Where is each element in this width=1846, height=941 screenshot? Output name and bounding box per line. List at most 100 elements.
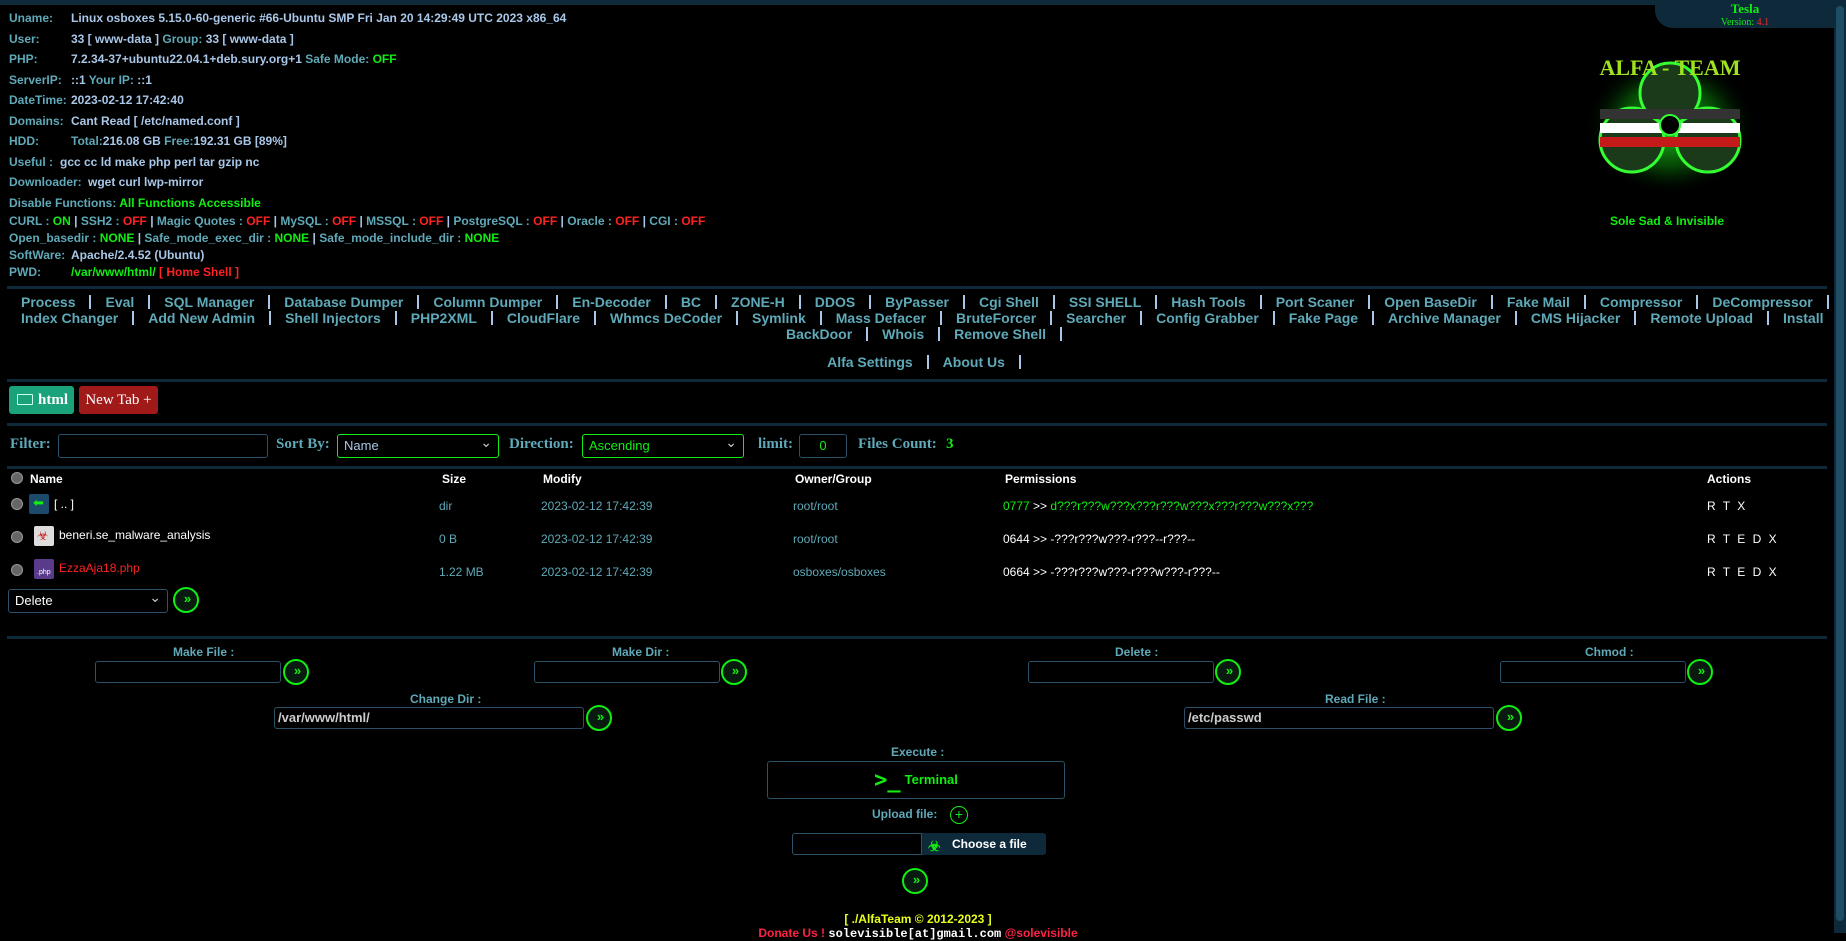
file-permissions[interactable]: 0644 >> -???r???w???-r???--r???-- <box>1003 532 1195 546</box>
change-dir-submit[interactable]: » <box>586 705 612 731</box>
menu-item-cms-hijacker[interactable]: CMS Hijacker <box>1517 311 1637 325</box>
file-name[interactable]: EzzaAja18.php <box>59 561 140 575</box>
menu-item-fake-page[interactable]: Fake Page <box>1275 311 1375 325</box>
make-dir-input[interactable] <box>534 661 720 683</box>
chmod-input[interactable] <box>1500 661 1686 683</box>
home-shell-link[interactable]: [ Home Shell ] <box>159 265 239 279</box>
header-modify[interactable]: Modify <box>543 472 582 486</box>
tab-html[interactable]: html <box>9 386 74 414</box>
donate-link[interactable]: Donate Us ! <box>758 926 825 940</box>
menu-item-en-decoder[interactable]: En-Decoder <box>558 295 667 309</box>
menu-item-fake-mail[interactable]: Fake Mail <box>1493 295 1586 309</box>
menu-item-shell-injectors[interactable]: Shell Injectors <box>271 311 397 325</box>
read-file-input[interactable]: /etc/passwd <box>1184 707 1494 729</box>
tools-panel: Make File : » Make Dir : » Delete : » Ch… <box>7 636 1827 939</box>
table-row[interactable]: ☣ beneri.se_malware_analysis 0 B 2023-02… <box>7 522 1827 552</box>
menu-item-port-scaner[interactable]: Port Scaner <box>1262 295 1371 309</box>
upload-control[interactable]: ☣ Choose a file <box>792 833 1046 855</box>
file-permissions[interactable]: 0777 >> d???r???w???x???r???w???x???r???… <box>1003 499 1313 513</box>
menu-item-symlink[interactable]: Symlink <box>738 311 822 325</box>
header-actions[interactable]: Actions <box>1707 472 1751 486</box>
menu-item-eval[interactable]: Eval <box>91 295 151 309</box>
footer-contact: Donate Us ! solevisible[at]gmail.com @so… <box>0 926 1836 941</box>
file-modify[interactable]: 2023-02-12 17:42:39 <box>541 565 652 579</box>
add-upload-icon[interactable]: + <box>950 806 968 824</box>
file-actions[interactable]: R T E D X <box>1707 565 1779 579</box>
scrollbar-thumb[interactable] <box>1836 6 1844 921</box>
file-actions[interactable]: R T X <box>1707 499 1747 513</box>
menu-item-whois[interactable]: Whois <box>868 327 941 341</box>
scrollbar[interactable] <box>1834 0 1846 933</box>
pwd-path-link[interactable]: /var/www/html/ <box>71 265 156 279</box>
terminal-button[interactable]: >_ Terminal <box>767 761 1065 799</box>
header-name[interactable]: Name <box>30 472 63 486</box>
limit-input[interactable]: 0 <box>799 434 847 458</box>
contact-email[interactable]: solevisible[at]gmail.com <box>828 927 1001 941</box>
menu-item-database-dumper[interactable]: Database Dumper <box>270 295 420 309</box>
menu-item-ssi-shell[interactable]: SSI SHELL <box>1055 295 1158 309</box>
menu-item-remote-upload[interactable]: Remote Upload <box>1636 311 1770 325</box>
table-row[interactable]: .php EzzaAja18.php 1.22 MB 2023-02-12 17… <box>7 555 1827 585</box>
delete-submit[interactable]: » <box>1215 659 1241 685</box>
change-dir-input[interactable]: /var/www/html/ <box>274 707 584 729</box>
table-row[interactable]: ⬅ [ .. ] dir 2023-02-12 17:42:39 root/ro… <box>7 489 1827 519</box>
menu-item-alfa-settings[interactable]: Alfa Settings <box>813 355 929 369</box>
menu-item-backdoor[interactable]: BackDoor <box>772 327 869 341</box>
read-file-submit[interactable]: » <box>1496 705 1522 731</box>
menu-item-ddos[interactable]: DDOS <box>801 295 872 309</box>
row-select-radio[interactable] <box>11 531 23 543</box>
row-select-radio[interactable] <box>11 564 23 576</box>
delete-input[interactable] <box>1028 661 1214 683</box>
choose-file-button[interactable]: ☣ Choose a file <box>922 833 1046 855</box>
menu-item-php2xml[interactable]: PHP2XML <box>397 311 493 325</box>
chmod-submit[interactable]: » <box>1687 659 1713 685</box>
file-actions[interactable]: R T E D X <box>1707 532 1779 546</box>
menu-item-compressor[interactable]: Compressor <box>1586 295 1699 309</box>
menu-item-whmcs-decoder[interactable]: Whmcs DeCoder <box>596 311 739 325</box>
new-tab-button[interactable]: New Tab + <box>79 386 158 414</box>
menu-item-install[interactable]: Install <box>1769 311 1840 325</box>
file-permissions[interactable]: 0664 >> -???r???w???-r???w???-r???-- <box>1003 565 1220 579</box>
row-select-radio[interactable] <box>11 498 23 510</box>
menu-item-decompressor[interactable]: DeCompressor <box>1698 295 1829 309</box>
menu-item-open-basedir[interactable]: Open BaseDir <box>1370 295 1493 309</box>
sort-select[interactable]: Name <box>337 431 499 458</box>
menu-item-zone-h[interactable]: ZONE-H <box>717 295 801 309</box>
back-arrow-icon[interactable]: ⬅ <box>29 494 49 514</box>
header-owner[interactable]: Owner/Group <box>795 472 872 486</box>
menu-item-index-changer[interactable]: Index Changer <box>7 311 135 325</box>
menu-item-cgi-shell[interactable]: Cgi Shell <box>965 295 1055 309</box>
menu-item-bc[interactable]: BC <box>667 295 718 309</box>
menu-item-add-new-admin[interactable]: Add New Admin <box>134 311 272 325</box>
menu-item-sql-manager[interactable]: SQL Manager <box>150 295 271 309</box>
file-name[interactable]: beneri.se_malware_analysis <box>59 528 210 542</box>
menu-item-about-us[interactable]: About Us <box>929 355 1021 369</box>
twitter-handle[interactable]: @solevisible <box>1005 926 1078 940</box>
filter-input[interactable] <box>58 434 268 458</box>
bulk-action-select[interactable]: Delete <box>8 586 168 613</box>
upload-submit[interactable]: » <box>902 868 928 894</box>
make-file-submit[interactable]: » <box>283 659 309 685</box>
select-all-radio[interactable] <box>11 472 23 484</box>
menu-item-process[interactable]: Process <box>7 295 92 309</box>
direction-select[interactable]: Ascending <box>582 431 744 458</box>
header-permissions[interactable]: Permissions <box>1005 472 1076 486</box>
file-modify[interactable]: 2023-02-12 17:42:39 <box>541 499 652 513</box>
menu-item-column-dumper[interactable]: Column Dumper <box>419 295 559 309</box>
file-name[interactable]: [ .. ] <box>54 497 74 511</box>
header-size[interactable]: Size <box>442 472 466 486</box>
menu-item-remove-shell[interactable]: Remove Shell <box>940 327 1062 341</box>
make-dir-submit[interactable]: » <box>721 659 747 685</box>
make-file-input[interactable] <box>95 661 281 683</box>
menu-item-archive-manager[interactable]: Archive Manager <box>1374 311 1517 325</box>
menu-item-bypasser[interactable]: ByPasser <box>871 295 965 309</box>
menu-item-config-grabber[interactable]: Config Grabber <box>1142 311 1275 325</box>
bulk-submit-button[interactable]: » <box>173 587 199 613</box>
menu-item-bruteforcer[interactable]: BruteForcer <box>942 311 1053 325</box>
menu-item-hash-tools[interactable]: Hash Tools <box>1157 295 1262 309</box>
menu-item-searcher[interactable]: Searcher <box>1052 311 1143 325</box>
menu-item-cloudflare[interactable]: CloudFlare <box>493 311 597 325</box>
menu-item-mass-defacer[interactable]: Mass Defacer <box>822 311 943 325</box>
change-dir-label: Change Dir : <box>410 692 482 706</box>
file-modify[interactable]: 2023-02-12 17:42:39 <box>541 532 652 546</box>
